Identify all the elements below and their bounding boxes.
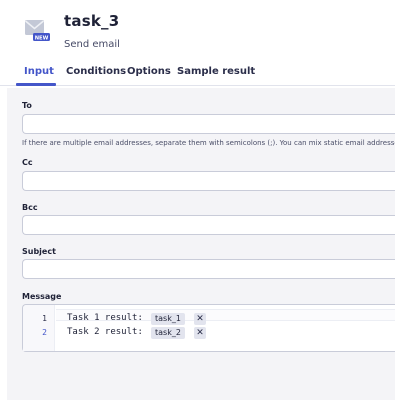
- message-label: Message: [22, 292, 62, 301]
- cc-input[interactable]: [22, 171, 395, 191]
- new-badge: NEW: [35, 35, 49, 41]
- active-tab-indicator: [16, 83, 56, 86]
- bcc-label: Bcc: [22, 203, 38, 212]
- variable-chip-task-1[interactable]: task_1: [151, 313, 185, 325]
- line-number: 2: [42, 328, 47, 337]
- tab-options[interactable]: Options: [127, 66, 171, 77]
- message-line-text[interactable]: Task 1 result:: [67, 313, 143, 323]
- tab-input[interactable]: Input: [24, 66, 54, 77]
- subject-label: Subject: [22, 247, 56, 256]
- message-line-text[interactable]: Task 2 result:: [67, 327, 143, 337]
- to-help-text: If there are multiple email addresses, s…: [22, 139, 395, 147]
- tab-conditions[interactable]: Conditions: [66, 66, 126, 77]
- subject-input[interactable]: [22, 259, 395, 279]
- tab-bar: Input Conditions Options Sample result: [0, 60, 395, 86]
- page-title: task_3: [64, 12, 120, 30]
- variable-chip-task-2[interactable]: task_2: [151, 327, 185, 339]
- message-editor[interactable]: 1 2 Task 1 result: task_1 ✕ Task 2 resul…: [22, 304, 395, 352]
- line-number: 1: [42, 314, 47, 323]
- cc-label: Cc: [22, 158, 33, 167]
- tab-sample-result[interactable]: Sample result: [177, 66, 255, 77]
- task-header: NEW task_3 Send email: [0, 0, 395, 60]
- remove-variable-icon[interactable]: ✕: [194, 327, 206, 339]
- email-new-icon: NEW: [24, 20, 50, 41]
- action-type-label: Send email: [64, 39, 120, 50]
- remove-variable-icon[interactable]: ✕: [194, 313, 206, 325]
- to-input[interactable]: [22, 114, 395, 134]
- to-label: To: [22, 101, 32, 110]
- input-panel: [7, 88, 395, 400]
- bcc-input[interactable]: [22, 215, 395, 235]
